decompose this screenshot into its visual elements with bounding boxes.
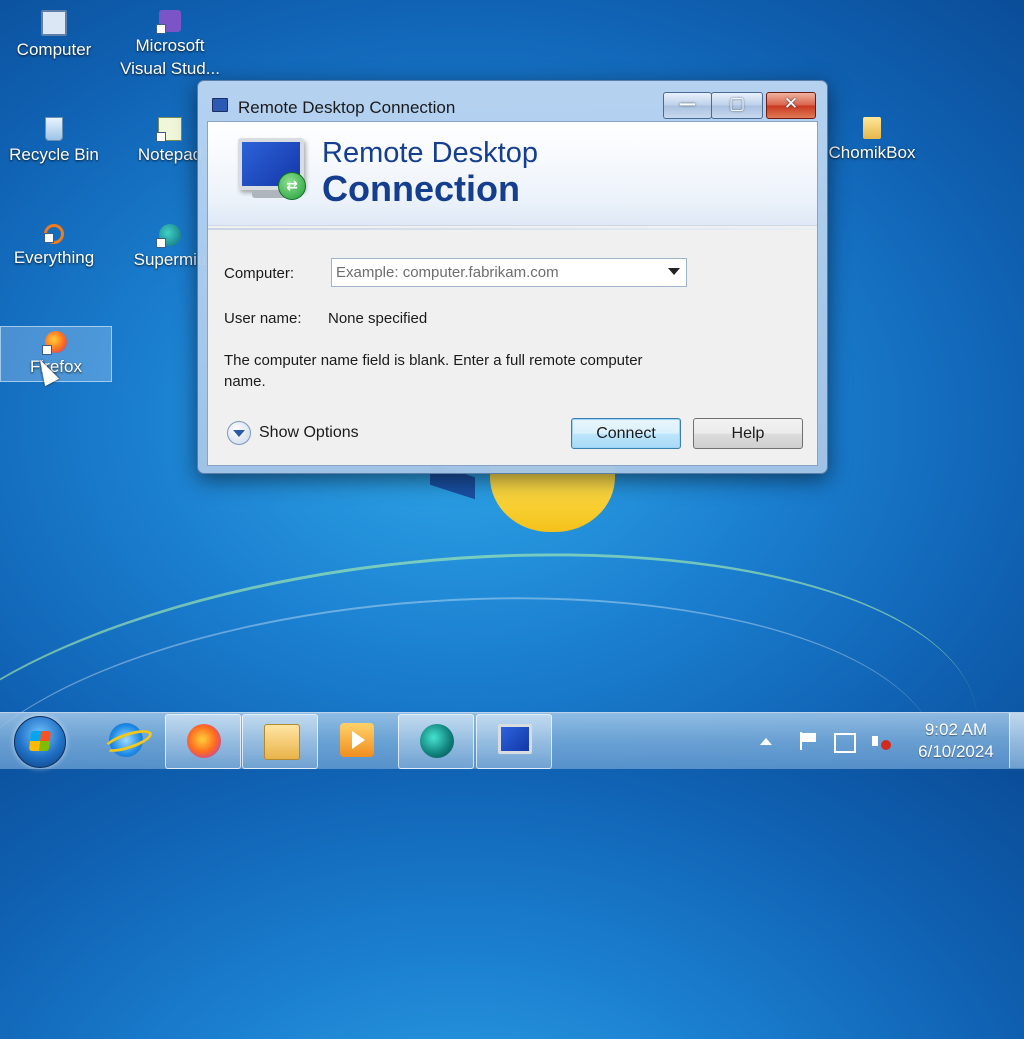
computer-input[interactable]	[334, 261, 658, 284]
show-hidden-icons-button[interactable]	[760, 738, 772, 745]
banner-title: Remote Desktop	[322, 137, 538, 169]
desktop-icon-recycle-bin[interactable]: Recycle Bin	[0, 113, 108, 166]
taskbar-firefox[interactable]	[165, 714, 241, 769]
minimize-icon: —	[679, 94, 696, 114]
computer-combobox[interactable]	[331, 258, 687, 287]
maximize-button[interactable]: ▢	[711, 92, 763, 119]
help-button[interactable]: Help	[693, 418, 803, 449]
internet-explorer-icon	[109, 723, 143, 757]
computer-icon	[41, 10, 67, 36]
show-options-link[interactable]: Show Options	[259, 424, 359, 442]
desktop-icon-chomikbox[interactable]: ChomikBox	[818, 113, 926, 164]
remote-desktop-icon	[498, 724, 532, 754]
desktop-icon-label: Everything	[13, 248, 95, 267]
banner-subtitle: Connection	[322, 168, 520, 209]
username-label: User name:	[224, 310, 302, 327]
desktop-icon-computer[interactable]: Computer	[0, 6, 108, 61]
show-desktop-button[interactable]	[1009, 713, 1024, 768]
validation-message: The computer name field is blank. Enter …	[224, 352, 643, 390]
taskbar-internet-explorer[interactable]	[88, 714, 162, 767]
taskbar-supermium[interactable]	[398, 714, 474, 769]
banner-divider	[208, 228, 817, 230]
dialog-banner: ⇄ Remote Desktop Connection	[208, 122, 817, 226]
window-title: Remote Desktop Connection	[238, 98, 456, 117]
connect-button[interactable]: Connect	[571, 418, 681, 449]
volume-muted-icon[interactable]	[870, 730, 892, 752]
supermium-icon	[420, 724, 454, 758]
desktop-icon-label: ChomikBox	[828, 143, 916, 162]
windows-logo-icon	[28, 731, 52, 751]
desktop-icon-label: Computer	[16, 40, 92, 59]
network-icon[interactable]	[834, 733, 856, 753]
taskbar-windows-explorer[interactable]	[242, 714, 318, 769]
folder-icon	[863, 117, 881, 139]
maximize-icon: ▢	[728, 94, 746, 114]
clock-date: 6/10/2024	[918, 742, 994, 761]
desktop-icon-visual-studio[interactable]: Microsoft Visual Stud...	[116, 6, 224, 80]
recycle-bin-icon	[45, 117, 63, 141]
taskbar-media-player[interactable]	[319, 714, 393, 767]
show-options-toggle[interactable]	[227, 421, 251, 445]
desktop-icon-label: Microsoft Visual Stud...	[120, 36, 220, 78]
action-center-icon[interactable]	[797, 730, 819, 752]
close-icon: ✕	[783, 94, 799, 114]
connection-arrows-icon: ⇄	[278, 172, 306, 200]
taskbar-remote-desktop[interactable]	[476, 714, 552, 769]
remote-desktop-dialog: Remote Desktop Connection — ▢ ✕ ⇄ Remote…	[197, 80, 828, 474]
media-player-icon	[340, 723, 374, 757]
windows-explorer-icon	[264, 724, 300, 760]
remote-desktop-icon	[212, 98, 228, 112]
title-bar[interactable]: Remote Desktop Connection — ▢ ✕	[198, 81, 827, 119]
desktop-icon-everything[interactable]: Everything	[0, 220, 108, 269]
desktop-icon-label: Recycle Bin	[9, 145, 99, 164]
firefox-icon	[187, 724, 221, 758]
chevron-down-icon	[233, 430, 245, 437]
clock-time: 9:02 AM	[924, 720, 988, 739]
computer-label: Computer:	[224, 265, 295, 282]
chevron-down-icon[interactable]	[668, 268, 680, 275]
everything-search-icon	[44, 224, 64, 244]
start-button[interactable]	[14, 716, 66, 768]
minimize-button[interactable]: —	[663, 92, 712, 119]
system-clock[interactable]: 9:02 AM 6/10/2024	[906, 719, 1006, 763]
close-button[interactable]: ✕	[766, 92, 816, 119]
username-value: None specified	[328, 310, 428, 327]
supermium-icon	[156, 224, 181, 248]
dialog-client-area: ⇄ Remote Desktop Connection Computer: Us…	[207, 121, 818, 466]
firefox-icon	[42, 331, 67, 355]
notepad-icon	[156, 117, 182, 142]
visual-studio-icon	[156, 10, 181, 34]
